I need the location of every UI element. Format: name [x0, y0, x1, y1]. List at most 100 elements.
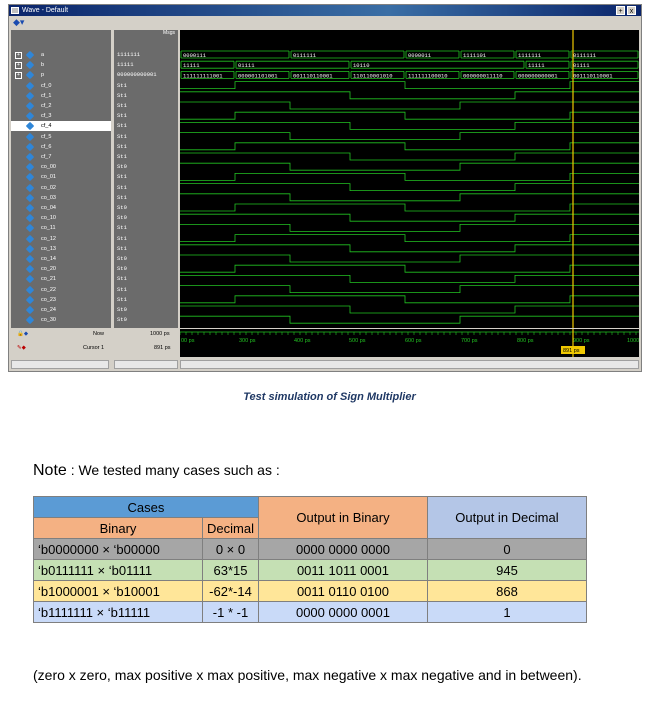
signal-value: St0: [117, 204, 127, 211]
signal-row[interactable]: co_12: [11, 234, 111, 244]
bit-waveform: [180, 234, 639, 242]
close-icon[interactable]: x: [627, 6, 636, 15]
signal-row[interactable]: cf_4: [11, 121, 111, 132]
cursor-add-icon[interactable]: ✎◆: [17, 345, 26, 351]
signal-icon: [25, 254, 35, 264]
expand-icon[interactable]: +: [15, 62, 22, 70]
cell-out-decimal: 0: [426, 538, 587, 560]
cell-out-binary: 0000 0000 0000: [257, 538, 428, 560]
signal-icon: [25, 224, 35, 233]
waveform-panel[interactable]: 0000111 0111111 0000011 1111101 1111111 01111…: [180, 30, 639, 328]
cell-binary: ‘b1111111 × ‘b11111: [33, 601, 203, 623]
signal-row[interactable]: co_30: [11, 315, 111, 325]
signal-row[interactable]: co_01: [11, 172, 111, 182]
signal-name: cf_4: [41, 123, 52, 130]
signal-name: co_24: [41, 307, 56, 313]
signal-row[interactable]: co_04: [11, 203, 111, 213]
signal-icon: [25, 234, 35, 243]
names-scrollbar[interactable]: [11, 360, 109, 369]
signal-row[interactable]: + a: [11, 50, 111, 60]
bus-value-label: 000001101001: [238, 72, 278, 79]
signal-name: co_23: [41, 296, 56, 303]
time-tick-label: 700 ps: [461, 338, 478, 344]
signal-row[interactable]: co_20: [11, 264, 111, 274]
signal-name: co_03: [41, 194, 56, 201]
signal-row[interactable]: co_11: [11, 223, 111, 233]
signal-name: cf_1: [41, 92, 52, 99]
signal-row[interactable]: co_02: [11, 183, 111, 193]
signal-row[interactable]: co_03: [11, 193, 111, 203]
signal-icon: [25, 173, 35, 182]
bit-waveform: [180, 111, 639, 120]
signal-row[interactable]: + p: [11, 70, 111, 80]
signal-row[interactable]: cf_5: [11, 132, 111, 142]
zoom-icon[interactable]: ◆▾: [13, 17, 24, 27]
signal-value: St1: [117, 234, 127, 242]
signal-row[interactable]: cf_3: [11, 111, 111, 121]
signal-icon: [25, 122, 35, 131]
signal-value: St1: [117, 193, 127, 201]
signal-name-panel: + a + b + p cf_0 cf_1 cf_2 cf_3 cf_4 cf_5 cf_6 cf_7 co…: [11, 30, 111, 328]
signal-row[interactable]: co_23: [11, 295, 111, 305]
signal-row[interactable]: co_10: [11, 213, 111, 223]
waveform-canvas[interactable]: 0000111 0111111 0000011 1111101 1111111 01111…: [180, 30, 639, 328]
bus-value-label: 10110: [353, 62, 370, 69]
cell-out-binary: 0011 1011 0001: [257, 559, 428, 581]
signal-row[interactable]: cf_0: [11, 81, 111, 91]
time-axis-ruler: 00 ps 300 ps 400 ps 500 ps 600 ps 700 ps 800 p…: [179, 329, 639, 357]
signal-icon: [25, 111, 35, 121]
wave-window-icon: [11, 7, 19, 14]
lock-icon[interactable]: 🔒◆: [17, 331, 28, 337]
signal-row[interactable]: + b: [11, 60, 111, 70]
bus-value-label: 0111111: [293, 52, 317, 59]
signal-row[interactable]: co_22: [11, 285, 111, 295]
wave-window: Wave - Default + x ◆▾ + a + b + p cf_0 cf_1 cf_2…: [8, 4, 642, 372]
expand-icon[interactable]: +: [15, 72, 22, 80]
signal-icon: [25, 162, 35, 172]
footer-text: (zero x zero, max positive x max positiv…: [33, 667, 582, 683]
cases-table: Cases Output in Binary Output in Decimal…: [33, 496, 587, 623]
signal-value: 000000000001: [117, 71, 157, 79]
signal-row[interactable]: cf_1: [11, 91, 111, 101]
bit-waveform: [180, 244, 639, 253]
signal-value: St1: [117, 112, 127, 120]
signal-value: 11111: [117, 61, 134, 69]
signal-name: a: [41, 52, 45, 58]
note-lead: Note: [33, 462, 67, 479]
expand-icon[interactable]: +: [15, 52, 22, 59]
bus-value-label: 001110110001: [573, 72, 613, 79]
time-tick-label: 800 ps: [517, 338, 534, 344]
bit-waveform: [180, 254, 639, 263]
signal-icon: [25, 91, 35, 101]
bit-waveform: [180, 142, 639, 151]
cursor-badge: 891 ps: [563, 348, 580, 354]
signal-icon: [25, 71, 35, 80]
values-scrollbar[interactable]: [114, 360, 178, 369]
signal-row[interactable]: co_21: [11, 274, 111, 284]
signal-row[interactable]: cf_6: [11, 142, 111, 152]
bit-waveform: [180, 224, 639, 232]
bit-waveform: [180, 193, 639, 202]
table-row: ‘b1111111 × ‘b11111 -1 * -1 0000 0000 00…: [33, 601, 587, 623]
status-names: 🔒◆ Now ✎◆ Cursor 1: [11, 329, 111, 357]
bit-waveform: [180, 81, 639, 89]
now-value: 1000 ps: [150, 331, 170, 337]
maximize-button[interactable]: +: [616, 6, 625, 15]
wave-scrollbar[interactable]: [180, 360, 639, 369]
signal-row[interactable]: co_13: [11, 244, 111, 254]
cell-out-decimal: 1: [426, 601, 587, 623]
time-axis: 00 ps 300 ps 400 ps 500 ps 600 ps 700 ps 800 p…: [179, 329, 639, 357]
bit-waveform: [180, 101, 639, 110]
bit-waveform: [180, 152, 639, 161]
signal-row[interactable]: cf_2: [11, 101, 111, 111]
note-text: : We tested many cases such as :: [70, 462, 280, 478]
status-values: 1000 ps 891 ps: [114, 329, 178, 357]
signal-row[interactable]: cf_7: [11, 152, 111, 162]
bit-waveform: [180, 122, 639, 130]
signal-row[interactable]: co_00: [11, 162, 111, 172]
bit-waveform: [180, 203, 639, 212]
signal-name: cf_2: [41, 103, 52, 109]
cell-decimal: 0 × 0: [202, 538, 259, 560]
signal-row[interactable]: co_24: [11, 305, 111, 315]
signal-row[interactable]: co_14: [11, 254, 111, 264]
